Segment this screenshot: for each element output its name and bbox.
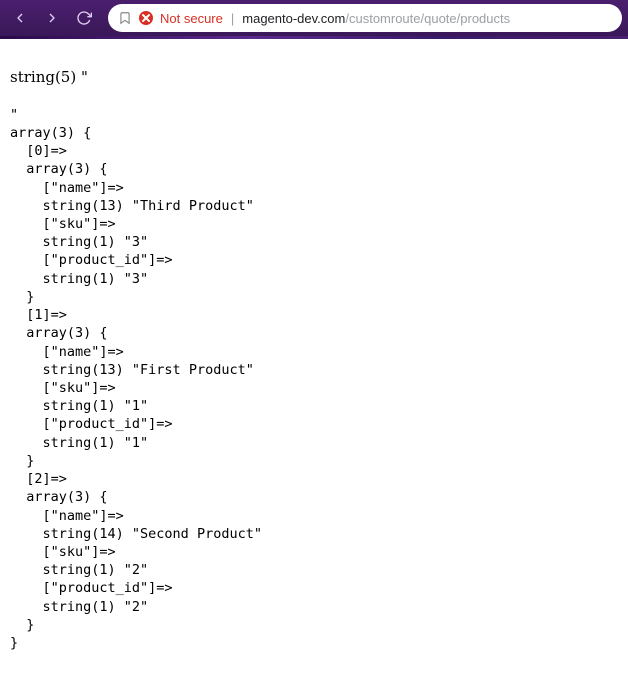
forward-icon: [44, 10, 60, 26]
bookmark-icon: [118, 11, 132, 25]
page-content: string(5) " " array(3) { [0]=> array(3) …: [0, 39, 628, 680]
vardump-output: " array(3) { [0]=> array(3) { ["name"]=>…: [10, 106, 618, 653]
vardump-top: string(5) ": [10, 67, 618, 87]
url-domain: magento-dev.com: [242, 11, 345, 26]
forward-button[interactable]: [38, 4, 66, 32]
back-icon: [12, 10, 28, 26]
back-button[interactable]: [6, 4, 34, 32]
url-divider: |: [231, 11, 234, 26]
address-bar[interactable]: Not secure | magento-dev.com/customroute…: [108, 4, 622, 32]
not-secure-icon: [138, 10, 154, 26]
browser-toolbar: Not secure | magento-dev.com/customroute…: [0, 0, 628, 36]
security-status: Not secure: [160, 11, 223, 26]
reload-icon: [76, 10, 92, 26]
url-text: magento-dev.com/customroute/quote/produc…: [242, 11, 510, 26]
bookmark-button[interactable]: [118, 11, 132, 25]
url-path: /customroute/quote/products: [345, 11, 510, 26]
reload-button[interactable]: [70, 4, 98, 32]
